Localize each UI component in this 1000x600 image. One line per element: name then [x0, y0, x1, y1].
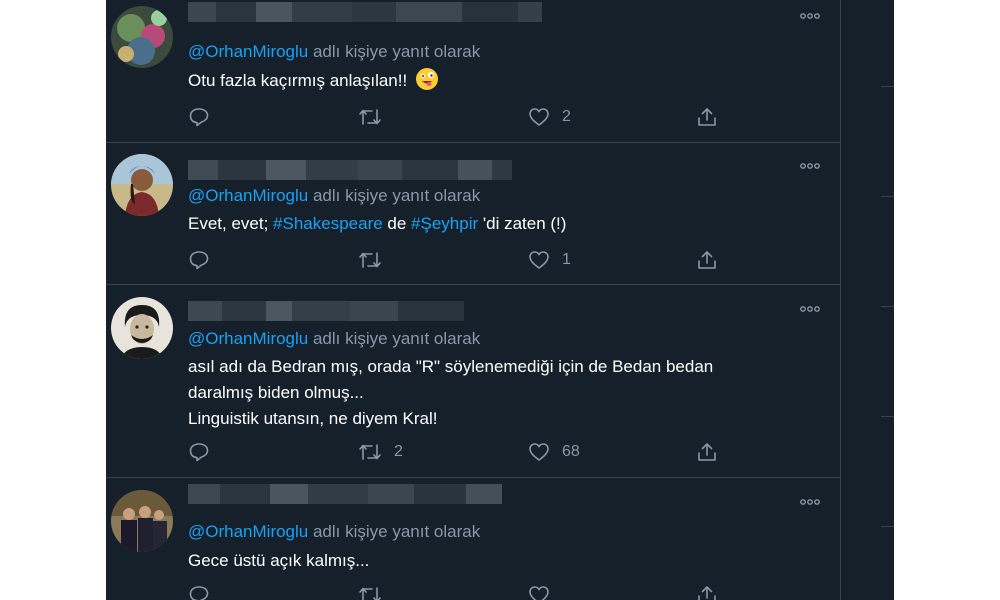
blurred-username	[188, 2, 542, 22]
retweet-icon	[359, 252, 381, 268]
share-icon	[698, 108, 716, 126]
tweet-text: asıl adı da Bedran mış, orada "R" söylen…	[188, 354, 713, 432]
heart-icon	[529, 251, 549, 269]
reply-icon	[189, 251, 209, 270]
divider	[881, 86, 894, 87]
heart-icon	[529, 586, 549, 600]
divider	[881, 196, 894, 197]
mention-link[interactable]: @OrhanMiroglu	[188, 329, 308, 348]
reply-context-label: adlı kişiye yanıt olarak	[308, 522, 481, 541]
reply-button[interactable]	[188, 440, 222, 464]
like-button[interactable]: 68	[528, 440, 580, 464]
tweet-text: Evet, evet; #Shakespeare de #Şeyhpir 'di…	[188, 211, 566, 237]
mention-link[interactable]: @OrhanMiroglu	[188, 522, 308, 541]
like-button[interactable]: 1	[528, 248, 571, 272]
reply-context: @OrhanMiroglu adlı kişiye yanıt olarak	[188, 186, 480, 206]
blurred-username	[188, 301, 464, 321]
heart-icon	[529, 108, 549, 126]
retweet-icon	[359, 587, 381, 600]
avatar[interactable]	[111, 154, 173, 216]
tweet-actions: 1	[188, 248, 748, 272]
tweet[interactable]: @OrhanMiroglu adlı kişiye yanıt olarak O…	[106, 0, 840, 143]
reply-button[interactable]	[188, 583, 210, 600]
share-icon	[698, 443, 716, 461]
blurred-username	[188, 160, 512, 180]
more-options-button[interactable]	[798, 494, 822, 510]
reply-button[interactable]	[188, 105, 222, 129]
hashtag-link[interactable]: #Shakespeare	[273, 214, 383, 233]
retweet-button[interactable]	[358, 105, 394, 129]
tweet-actions: 2	[188, 105, 748, 129]
reply-button[interactable]	[188, 248, 222, 272]
mention-link[interactable]: @OrhanMiroglu	[188, 42, 308, 61]
retweet-icon	[359, 109, 381, 125]
avatar[interactable]	[111, 490, 173, 552]
like-count: 1	[562, 251, 571, 268]
tweet-text-part: 'di zaten (!)	[478, 214, 567, 233]
tweet[interactable]: @OrhanMiroglu adlı kişiye yanıt olarak G…	[106, 478, 840, 600]
reply-context: @OrhanMiroglu adlı kişiye yanıt olarak	[188, 522, 480, 542]
tweet-text-line: daralmış biden olmuş...	[188, 383, 364, 402]
retweet-button[interactable]	[358, 248, 394, 272]
retweet-count: 2	[394, 443, 403, 460]
more-options-button[interactable]	[798, 8, 822, 24]
like-button[interactable]: 2	[528, 105, 571, 129]
tweet[interactable]: @OrhanMiroglu adlı kişiye yanıt olarak E…	[106, 142, 840, 285]
share-button[interactable]	[696, 248, 718, 272]
reply-context: @OrhanMiroglu adlı kişiye yanıt olarak	[188, 42, 480, 62]
avatar[interactable]	[111, 297, 173, 359]
like-count: 68	[562, 443, 580, 460]
tweet-text-part: de	[382, 214, 412, 233]
tweet-text-part: Evet, evet;	[188, 214, 274, 233]
mention-link[interactable]: @OrhanMiroglu	[188, 186, 308, 205]
reply-icon	[189, 586, 209, 600]
reply-context: @OrhanMiroglu adlı kişiye yanıt olarak	[188, 329, 480, 349]
more-horizontal-icon	[800, 499, 820, 505]
reply-context-label: adlı kişiye yanıt olarak	[308, 329, 481, 348]
retweet-button[interactable]: 2	[358, 440, 403, 464]
tweet-text: Gece üstü açık kalmış...	[188, 548, 369, 574]
divider	[881, 416, 894, 417]
hashtag-link[interactable]: #Şeyhpir	[411, 214, 478, 233]
more-options-button[interactable]	[798, 301, 822, 317]
like-count: 2	[562, 108, 571, 125]
tweet-actions	[188, 583, 748, 600]
reply-context-label: adlı kişiye yanıt olarak	[308, 42, 481, 61]
heart-icon	[529, 443, 549, 461]
tweet-actions: 2 68	[188, 440, 748, 464]
like-button[interactable]	[528, 583, 550, 600]
divider	[881, 526, 894, 527]
more-horizontal-icon	[800, 163, 820, 169]
reply-context-label: adlı kişiye yanıt olarak	[308, 186, 481, 205]
more-horizontal-icon	[800, 306, 820, 312]
share-icon	[698, 251, 716, 269]
share-button[interactable]	[696, 105, 718, 129]
reply-icon	[189, 443, 209, 462]
tweet-text-line: Otu fazla kaçırmış anlaşılan!!	[188, 71, 408, 90]
tweet[interactable]: @OrhanMiroglu adlı kişiye yanıt olarak a…	[106, 285, 840, 478]
divider	[881, 306, 894, 307]
share-icon	[698, 586, 716, 600]
right-sidebar-edge	[840, 0, 894, 600]
tweet-feed: @OrhanMiroglu adlı kişiye yanıt olarak O…	[106, 0, 840, 600]
share-button[interactable]	[696, 440, 718, 464]
more-options-button[interactable]	[798, 158, 822, 174]
share-button[interactable]	[696, 583, 718, 600]
retweet-icon	[359, 444, 381, 460]
zany-face-emoji-icon	[415, 68, 438, 90]
tweet-text-line: asıl adı da Bedran mış, orada "R" söylen…	[188, 357, 714, 376]
tweet-text-line: Linguistik utansın, ne diyem Kral!	[188, 409, 438, 428]
avatar[interactable]	[111, 6, 173, 68]
tweet-text-line: Gece üstü açık kalmış...	[188, 551, 370, 570]
reply-icon	[189, 108, 209, 127]
blurred-username	[188, 484, 502, 504]
retweet-button[interactable]	[358, 583, 382, 600]
more-horizontal-icon	[800, 13, 820, 19]
tweet-text: Otu fazla kaçırmış anlaşılan!!	[188, 68, 438, 94]
